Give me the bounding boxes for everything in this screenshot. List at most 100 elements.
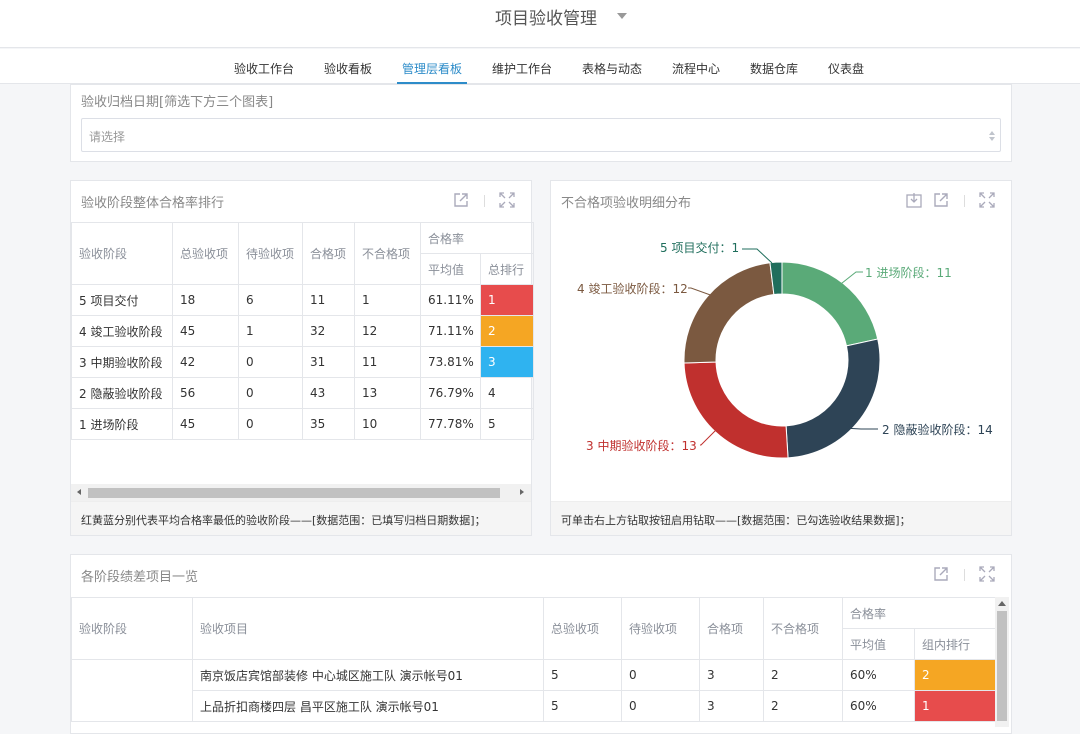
cell-total: 45 [172, 408, 239, 440]
poor-projects-table: 验收阶段 验收项目 总验收项 待验收项 合格项 不合格项 合格率 平均值 组内排… [71, 597, 997, 722]
horizontal-scrollbar[interactable] [71, 484, 531, 501]
vertical-scrollbar[interactable] [995, 597, 1009, 727]
cell-pending: 0 [238, 408, 303, 440]
cell-rank: 5 [479, 408, 535, 440]
table-row[interactable]: 上品折扣商楼四层 昌平区施工队 演示帐号01 5 0 3 2 60% 1 [72, 690, 997, 722]
cell-rank: 2 [479, 315, 535, 347]
cell-avg: 60% [842, 690, 915, 722]
cell-pending: 0 [238, 377, 303, 409]
tab-tables-activity[interactable]: 表格与动态 [582, 60, 642, 77]
cell-fail: 11 [354, 346, 421, 378]
cell-total: 18 [172, 284, 239, 316]
cell-rank: 1 [479, 284, 535, 316]
donut-title: 不合格项验收明细分布 [561, 196, 692, 211]
export-icon[interactable] [932, 565, 950, 583]
donut-slice-3[interactable] [683, 361, 789, 459]
toolbar-divider [484, 195, 485, 207]
cell-fail: 12 [354, 315, 421, 347]
cell-stage: 3 中期验收阶段 [71, 346, 173, 378]
cell-pending: 1 [238, 315, 303, 347]
cell-pass: 31 [302, 346, 355, 378]
scrollbar-thumb[interactable] [88, 488, 500, 498]
table-row[interactable]: 4 竣工验收阶段 45 1 32 12 71.11% 2 [71, 315, 535, 347]
cell-rank: 1 [913, 690, 997, 722]
scrollbar-thumb[interactable] [997, 611, 1007, 721]
donut-footer: 可单击右上方钻取按钮启用钻取——[数据范围：已勾选验收结果数据]； [551, 501, 1011, 535]
cell-rank: 4 [479, 377, 535, 409]
header-rate: 合格率 [419, 222, 535, 254]
donut-leader-line-5 [742, 248, 773, 264]
cell-stage [71, 659, 193, 722]
scroll-right-icon[interactable] [520, 489, 524, 495]
cell-pending: 6 [238, 284, 303, 316]
filter-panel: 验收归档日期[筛选下方三个图表] 请选择 [70, 84, 1012, 162]
donut-label-stage4: 4 竣工验收阶段：12 [577, 282, 688, 296]
cell-stage: 4 竣工验收阶段 [71, 315, 173, 347]
fullscreen-icon[interactable] [978, 191, 996, 209]
donut-label-stage1: 1 进场阶段：11 [865, 266, 952, 280]
table-row[interactable]: 5 项目交付 18 6 11 1 61.11% 1 [71, 284, 535, 316]
ranking-footer: 红黄蓝分别代表平均合格率最低的验收阶段——[数据范围：已填写归档日期数据]； [71, 501, 531, 535]
header-rate: 合格率 [841, 597, 997, 629]
header-pending: 待验收项 [238, 222, 303, 285]
export-icon[interactable] [452, 191, 470, 209]
cell-pending: 0 [621, 690, 700, 722]
cell-project: 上品折扣商楼四层 昌平区施工队 演示帐号01 [192, 690, 544, 722]
donut-slice-2[interactable] [785, 338, 881, 459]
donut-label-stage2: 2 隐蔽验收阶段：14 [882, 423, 993, 437]
header-project: 验收项目 [192, 597, 544, 660]
cell-avg: 71.11% [420, 315, 481, 347]
ranking-title: 验收阶段整体合格率排行 [81, 196, 225, 211]
tab-acceptance-workbench[interactable]: 验收工作台 [234, 60, 294, 77]
tab-process-center[interactable]: 流程中心 [672, 60, 720, 77]
app-title[interactable]: 项目验收管理 [495, 4, 597, 29]
cell-fail: 1 [354, 284, 421, 316]
table-row[interactable]: 南京饭店宾馆部装修 中心城区施工队 演示帐号01 5 0 3 2 60% 2 [71, 659, 997, 722]
scroll-up-icon[interactable] [998, 601, 1006, 606]
header-fail: 不合格项 [763, 597, 843, 660]
cell-rank: 3 [479, 346, 535, 378]
download-icon[interactable] [905, 191, 923, 209]
tab-maintenance-workbench[interactable]: 维护工作台 [492, 60, 552, 77]
poor-title: 各阶段绩差项目一览 [81, 570, 199, 585]
cell-stage: 1 进场阶段 [71, 408, 173, 440]
header-pass: 合格项 [302, 222, 355, 285]
app-header: 项目验收管理 [0, 0, 1080, 48]
ranking-footnote: 红黄蓝分别代表平均合格率最低的验收阶段——[数据范围：已填写归档日期数据]； [81, 514, 486, 527]
cell-pass: 35 [302, 408, 355, 440]
toolbar-divider [964, 195, 965, 207]
tab-data-warehouse[interactable]: 数据仓库 [750, 60, 798, 77]
fullscreen-icon[interactable] [978, 565, 996, 583]
cell-rank: 2 [913, 659, 997, 691]
scroll-left-icon[interactable] [77, 489, 81, 495]
fullscreen-icon[interactable] [498, 191, 516, 209]
header-group-rank: 组内排行 [913, 628, 997, 660]
chevron-down-icon[interactable] [617, 13, 627, 19]
header-stage: 验收阶段 [71, 597, 193, 660]
tab-acceptance-board[interactable]: 验收看板 [324, 60, 372, 77]
donut-slice-1[interactable] [781, 261, 879, 347]
cell-pending: 0 [621, 659, 700, 691]
cell-total: 42 [172, 346, 239, 378]
cell-total: 5 [543, 659, 622, 691]
table-row[interactable]: 2 隐蔽验收阶段 56 0 43 13 76.79% 4 [71, 377, 535, 409]
header-stage: 验收阶段 [71, 222, 173, 285]
donut-slice-4[interactable] [683, 262, 775, 364]
export-icon[interactable] [932, 191, 950, 209]
header-fail: 不合格项 [354, 222, 421, 285]
table-row[interactable]: 3 中期验收阶段 42 0 31 11 73.81% 3 [71, 346, 535, 378]
tab-dashboard[interactable]: 仪表盘 [828, 60, 864, 77]
poor-projects-panel: 各阶段绩差项目一览 验收阶段 验收项目 总验收项 待验收项 合格项 不合格项 合… [70, 554, 1012, 734]
archive-date-select[interactable]: 请选择 [81, 118, 1001, 152]
cell-total: 5 [543, 690, 622, 722]
cell-avg: 77.78% [420, 408, 481, 440]
header-rank: 总排行 [479, 253, 535, 285]
cell-avg: 60% [842, 659, 915, 691]
header-avg: 平均值 [842, 628, 915, 660]
table-row[interactable]: 1 进场阶段 45 0 35 10 77.78% 5 [71, 408, 535, 440]
donut-chart[interactable] [551, 221, 1011, 501]
tab-management-board[interactable]: 管理层看板 [402, 60, 462, 77]
header-total: 总验收项 [172, 222, 239, 285]
cell-pass: 11 [302, 284, 355, 316]
header-pass: 合格项 [699, 597, 764, 660]
